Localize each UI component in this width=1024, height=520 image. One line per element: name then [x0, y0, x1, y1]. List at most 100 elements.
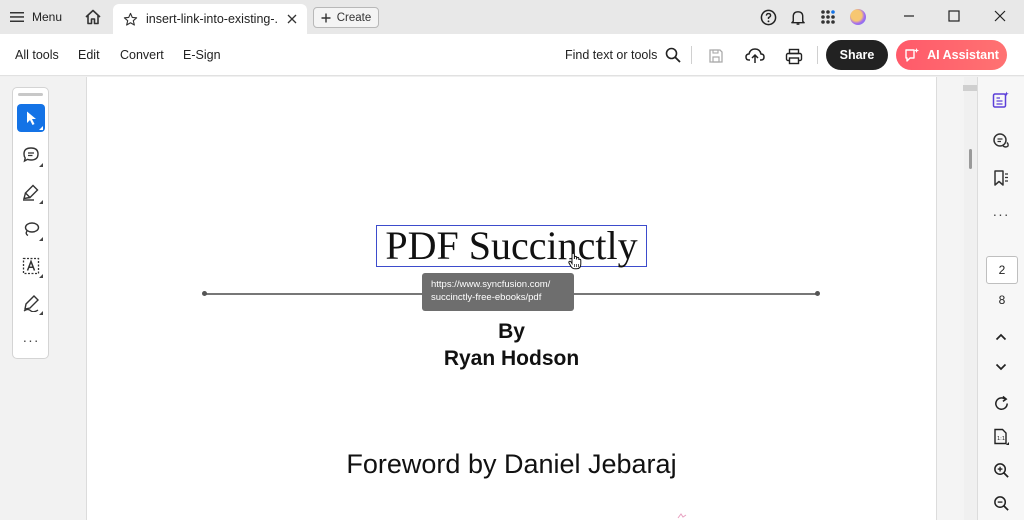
- print-button[interactable]: [783, 45, 805, 67]
- highlight-tool[interactable]: [17, 178, 45, 206]
- zoom-in-icon: [993, 462, 1009, 478]
- find-tools-button[interactable]: Find text or tools: [565, 47, 682, 63]
- more-icon: ···: [992, 206, 1010, 222]
- comment-icon: [23, 147, 39, 163]
- save-button[interactable]: [705, 45, 727, 67]
- more-icon: ···: [22, 332, 40, 348]
- toolbar-divider: [691, 46, 692, 64]
- submenu-indicator: [39, 200, 43, 204]
- plus-icon: [321, 13, 331, 22]
- more-tools-button[interactable]: ···: [17, 326, 45, 354]
- more-rail-options-button[interactable]: ···: [988, 201, 1014, 227]
- close-tab-icon[interactable]: [287, 14, 297, 24]
- save-icon: [709, 49, 723, 63]
- rotate-button[interactable]: [988, 390, 1014, 416]
- close-window-button[interactable]: [988, 5, 1012, 27]
- byline-by: By: [498, 320, 525, 343]
- submenu-indicator: [39, 237, 43, 241]
- hand-pointer-cursor-icon: [568, 252, 582, 270]
- svg-text:1:1: 1:1: [997, 436, 1005, 442]
- help-button[interactable]: [758, 7, 778, 27]
- draw-tool[interactable]: [17, 215, 45, 243]
- star-icon[interactable]: [123, 12, 138, 27]
- minimize-icon: [904, 15, 914, 17]
- toolbar-divider: [817, 46, 818, 64]
- select-arrow-icon: [27, 111, 36, 125]
- current-page-input[interactable]: 2: [986, 256, 1018, 284]
- hamburger-icon: [10, 12, 24, 22]
- title-bar: Menu insert-link-into-existing-... Creat…: [0, 0, 1024, 34]
- decorative-mark: [677, 513, 687, 519]
- find-label: Find text or tools: [565, 48, 658, 62]
- fit-page-icon: 1:1: [994, 428, 1009, 445]
- maximize-button[interactable]: [942, 5, 966, 27]
- bell-icon: [791, 10, 805, 25]
- menu-label: Menu: [32, 10, 63, 24]
- ai-summary-button[interactable]: [988, 87, 1014, 113]
- ai-assistant-button[interactable]: AI Assistant: [896, 40, 1007, 70]
- help-icon: [760, 9, 776, 25]
- link-tooltip: https://www.syncfusion.com/ succinctly-f…: [422, 273, 574, 311]
- vertical-scrollbar[interactable]: [936, 77, 979, 520]
- avatar: [850, 9, 866, 25]
- document-title-link[interactable]: PDF Succinctly: [376, 225, 647, 267]
- home-icon: [85, 9, 101, 25]
- upload-cloud-button[interactable]: [744, 45, 766, 67]
- select-tool[interactable]: [17, 104, 45, 132]
- maximize-icon: [948, 10, 960, 22]
- menu-button[interactable]: Menu: [10, 8, 62, 26]
- total-pages: 8: [998, 293, 1006, 307]
- zoom-out-button[interactable]: [988, 490, 1014, 516]
- author-name: Ryan Hodson: [443, 347, 580, 370]
- bookmarks-button[interactable]: [988, 165, 1014, 191]
- generative-summary-icon: [992, 91, 1009, 108]
- zoom-out-icon: [993, 495, 1009, 511]
- home-button[interactable]: [82, 6, 104, 28]
- text-recognition-icon: [22, 257, 40, 275]
- create-button[interactable]: Create: [313, 7, 379, 28]
- minimize-button[interactable]: [897, 5, 921, 27]
- quick-tools-bar: ···: [12, 87, 49, 359]
- profile-avatar-button[interactable]: [848, 7, 868, 27]
- submenu-indicator: [39, 274, 43, 278]
- scrollbar-thumb[interactable]: [969, 149, 972, 169]
- chevron-up-icon: [995, 333, 1007, 341]
- share-button[interactable]: Share: [826, 40, 888, 70]
- rotate-icon: [994, 395, 1008, 410]
- foreword-line: Foreword by Daniel Jebaraj: [346, 449, 677, 479]
- document-tab[interactable]: insert-link-into-existing-...: [113, 4, 307, 34]
- comments-panel-button[interactable]: [988, 128, 1014, 154]
- next-page-button[interactable]: [988, 354, 1014, 380]
- chevron-down-icon: [995, 363, 1007, 371]
- left-tool-panel: ···: [0, 77, 87, 520]
- text-recognition-tool[interactable]: [17, 252, 45, 280]
- apps-grid-icon: [821, 10, 835, 24]
- submenu-indicator: [39, 163, 43, 167]
- menu-edit[interactable]: Edit: [78, 48, 100, 62]
- notifications-button[interactable]: [788, 7, 808, 27]
- create-label: Create: [336, 11, 372, 24]
- printer-icon: [785, 48, 803, 64]
- tab-title: insert-link-into-existing-...: [146, 12, 279, 26]
- comments-icon: [993, 133, 1009, 148]
- lasso-draw-icon: [24, 222, 40, 237]
- apps-button[interactable]: [818, 7, 838, 27]
- search-icon: [666, 47, 682, 63]
- menu-convert[interactable]: Convert: [120, 48, 164, 62]
- drag-handle[interactable]: [18, 93, 43, 96]
- menu-all-tools[interactable]: All tools: [15, 48, 59, 62]
- submenu-indicator: [39, 126, 43, 130]
- tooltip-url-line1: https://www.syncfusion.com/: [431, 279, 551, 290]
- sign-tool[interactable]: [17, 289, 45, 317]
- document-page[interactable]: PDF Succinctly https://www.syncfusion.co…: [87, 77, 936, 520]
- right-rail: ··· 2 8 1:1: [977, 77, 1024, 520]
- previous-page-button[interactable]: [988, 324, 1014, 350]
- ai-assistant-icon: [905, 48, 920, 62]
- menu-e-sign[interactable]: E-Sign: [183, 48, 221, 62]
- sign-pen-icon: [23, 295, 39, 312]
- submenu-indicator: [39, 311, 43, 315]
- zoom-in-button[interactable]: [988, 457, 1014, 483]
- comment-tool[interactable]: [17, 141, 45, 169]
- main-toolbar: All tools Edit Convert E-Sign Find text …: [0, 34, 1024, 76]
- page-fit-button[interactable]: 1:1: [988, 424, 1014, 450]
